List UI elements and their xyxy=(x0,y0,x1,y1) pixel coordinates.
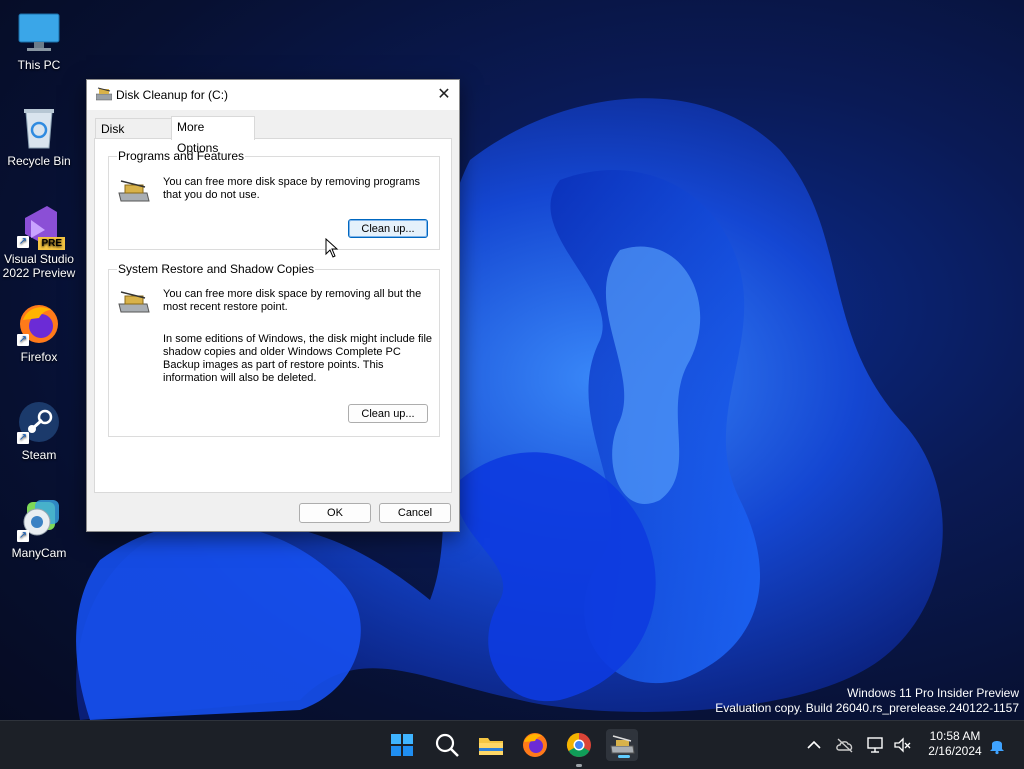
programs-clean-up-button[interactable]: Clean up... xyxy=(348,219,428,238)
shortcut-arrow-icon: ↗ xyxy=(17,236,29,248)
chrome-icon xyxy=(566,733,591,758)
programs-features-group: Programs and Features You can free more … xyxy=(108,149,440,250)
desktop-icon-this-pc[interactable]: This PC xyxy=(0,10,78,72)
manycam-icon: ↗ xyxy=(17,498,61,542)
close-icon: ✕ xyxy=(437,86,451,103)
visual-studio-icon: PRE ↗ xyxy=(17,204,65,250)
desktop-icon-firefox[interactable]: ↗ Firefox xyxy=(0,302,78,364)
tab-more-options[interactable]: More Options xyxy=(171,116,255,155)
start-button[interactable] xyxy=(386,729,418,761)
volume-tray[interactable] xyxy=(892,735,912,755)
mouse-cursor-icon xyxy=(325,238,339,258)
tab-disk-cleanup[interactable]: Disk Cleanup xyxy=(95,118,175,157)
group-title: System Restore and Shadow Copies xyxy=(117,262,316,276)
volume-muted-icon xyxy=(894,737,911,753)
firefox-icon xyxy=(523,733,547,757)
disk-cleanup-icon xyxy=(96,87,112,101)
active-indicator xyxy=(618,755,630,758)
steam-icon: ↗ xyxy=(17,400,61,444)
recycle-bin-icon xyxy=(17,106,61,150)
chevron-up-icon xyxy=(807,740,821,749)
shortcut-arrow-icon: ↗ xyxy=(17,530,29,542)
taskbar-clock[interactable]: 10:58 AM 2/16/2024 xyxy=(924,729,986,759)
bell-icon xyxy=(990,741,1004,755)
close-button[interactable]: ✕ xyxy=(429,80,459,110)
more-options-panel: Programs and Features You can free more … xyxy=(94,138,452,493)
taskbar-chrome[interactable] xyxy=(563,729,595,767)
ok-button[interactable]: OK xyxy=(299,503,371,523)
dialog-titlebar[interactable]: Disk Cleanup for (C:) ✕ xyxy=(87,80,459,110)
taskbar-firefox[interactable] xyxy=(519,729,551,761)
clock-date: 2/16/2024 xyxy=(928,744,982,758)
desktop-icon-label: Visual Studio 2022 Preview xyxy=(2,252,76,280)
desktop-icon-label: Steam xyxy=(21,448,57,462)
desktop-icon-manycam[interactable]: ↗ ManyCam xyxy=(0,498,78,560)
network-icon xyxy=(867,737,883,753)
desktop-icon-recycle-bin[interactable]: Recycle Bin xyxy=(0,106,78,168)
disk-cleanup-dialog: Disk Cleanup for (C:) ✕ Disk Cleanup Mor… xyxy=(86,79,460,532)
desktop-icon-label: Firefox xyxy=(20,350,58,364)
watermark-build: Evaluation copy. Build 26040.rs_prerelea… xyxy=(715,701,1019,715)
search-button[interactable] xyxy=(431,729,463,761)
shortcut-arrow-icon: ↗ xyxy=(17,432,29,444)
desktop-icon-steam[interactable]: ↗ Steam xyxy=(0,400,78,462)
desktop-icon-label: This PC xyxy=(17,58,61,72)
file-explorer-icon xyxy=(479,738,503,755)
desktop-icon-label: Recycle Bin xyxy=(7,154,71,168)
search-icon xyxy=(435,733,459,757)
start-icon xyxy=(391,734,413,756)
desktop-icon-label: ManyCam xyxy=(11,546,67,560)
network-tray[interactable] xyxy=(866,735,886,755)
show-hidden-icons-button[interactable] xyxy=(804,735,824,755)
evaluation-watermark: Windows 11 Pro Insider Preview Evaluatio… xyxy=(715,686,1019,716)
pre-badge: PRE xyxy=(38,237,65,250)
desktop-icon-visual-studio[interactable]: PRE ↗ Visual Studio 2022 Preview xyxy=(0,204,78,280)
monitor-icon xyxy=(17,10,61,54)
system-restore-group: System Restore and Shadow Copies You can… xyxy=(108,262,440,437)
firefox-icon: ↗ xyxy=(17,302,61,346)
taskbar-disk-cleanup[interactable] xyxy=(606,729,638,761)
restore-clean-up-button[interactable]: Clean up... xyxy=(348,404,428,423)
watermark-edition: Windows 11 Pro Insider Preview xyxy=(847,686,1019,700)
notifications-button[interactable] xyxy=(987,735,1007,755)
dialog-title: Disk Cleanup for (C:) xyxy=(116,88,229,102)
shortcut-arrow-icon: ↗ xyxy=(17,334,29,346)
shadow-copies-description: In some editions of Windows, the disk mi… xyxy=(163,333,433,384)
programs-description: You can free more disk space by removing… xyxy=(163,176,420,201)
running-indicator xyxy=(576,764,582,767)
restore-description: You can free more disk space by removing… xyxy=(163,288,422,313)
cancel-button[interactable]: Cancel xyxy=(379,503,451,523)
taskbar-file-explorer[interactable] xyxy=(475,729,507,761)
cloud-offline-icon xyxy=(836,738,853,753)
taskbar: 10:58 AM 2/16/2024 xyxy=(0,720,1024,769)
restore-icon xyxy=(118,291,150,313)
onedrive-tray[interactable] xyxy=(835,735,855,755)
programs-icon xyxy=(118,180,150,202)
clock-time: 10:58 AM xyxy=(929,729,981,743)
